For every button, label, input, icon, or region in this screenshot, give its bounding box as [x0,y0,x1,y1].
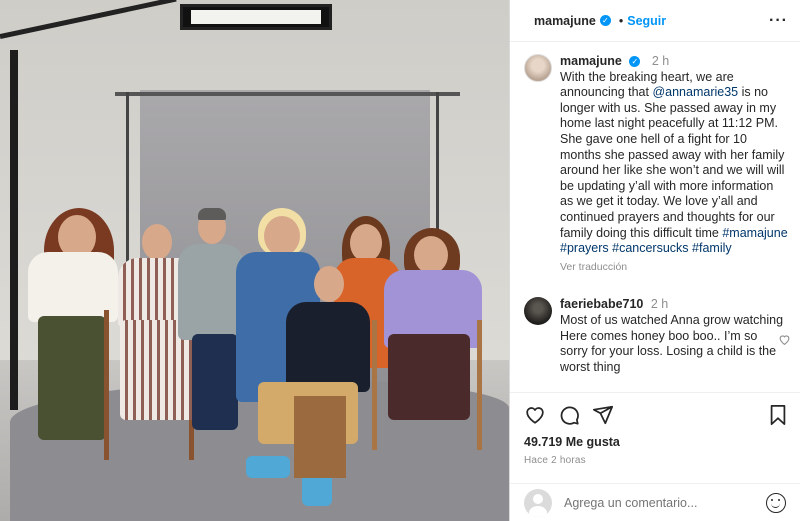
post-header: mamajune ✓ • Seguir ··· [510,0,800,42]
action-bar: 49.719 Me gusta Hace 2 horas [510,392,800,466]
comment-input[interactable] [564,495,766,510]
post-sidebar: mamajune ✓ • Seguir ··· mamajune ✓ 2 h W… [509,0,800,521]
likes-count[interactable]: 49.719 Me gusta [524,435,788,449]
hashtag-link[interactable]: #family [692,241,732,255]
comments-list[interactable]: mamajune ✓ 2 h With the breaking heart, … [510,42,800,387]
comment-time: 2 h [650,297,669,312]
separator-dot: • [618,13,624,28]
ellipsis-icon[interactable]: ··· [769,12,788,30]
mention-link[interactable]: @annamarie35 [652,85,738,99]
backdrop-bar [115,92,460,96]
hashtag-link[interactable]: #prayers [560,241,609,255]
follow-button[interactable]: Seguir [627,14,666,28]
hashtag-link[interactable]: #cancersucks [612,241,688,255]
add-comment-bar [510,483,800,521]
studio-light [180,4,332,30]
user-avatar [524,488,552,517]
hashtag-link[interactable]: #mamajune [722,226,787,240]
comment-text: Most of us watched Anna grow watching He… [560,312,784,374]
emoji-icon[interactable] [766,492,786,513]
share-icon[interactable] [592,404,614,426]
comment-username[interactable]: faeriebabe710 [560,297,643,311]
avatar[interactable] [524,54,552,82]
verified-icon: ✓ [599,15,611,26]
heart-icon[interactable] [524,404,546,426]
comment-like-icon[interactable] [778,333,792,347]
stool [294,396,346,478]
caption: mamajune ✓ 2 h With the breaking heart, … [524,54,788,275]
post-timestamp[interactable]: Hace 2 horas [524,455,788,466]
post-image[interactable] [0,0,509,521]
verified-icon: ✓ [629,56,641,68]
caption-username[interactable]: mamajune [560,54,622,68]
caption-time: 2 h [651,54,670,68]
avatar[interactable] [524,297,552,326]
light-stand [10,50,18,410]
comment-icon[interactable] [558,404,580,426]
author-username[interactable]: mamajune [534,14,596,28]
chair [372,320,482,450]
bookmark-icon[interactable] [768,404,788,426]
caption-text: is no longer with us. She passed away in… [560,85,785,240]
translate-link[interactable]: Ver traducción [560,260,788,276]
comment-item: faeriebabe710 2 h Most of us watched Ann… [524,297,788,375]
